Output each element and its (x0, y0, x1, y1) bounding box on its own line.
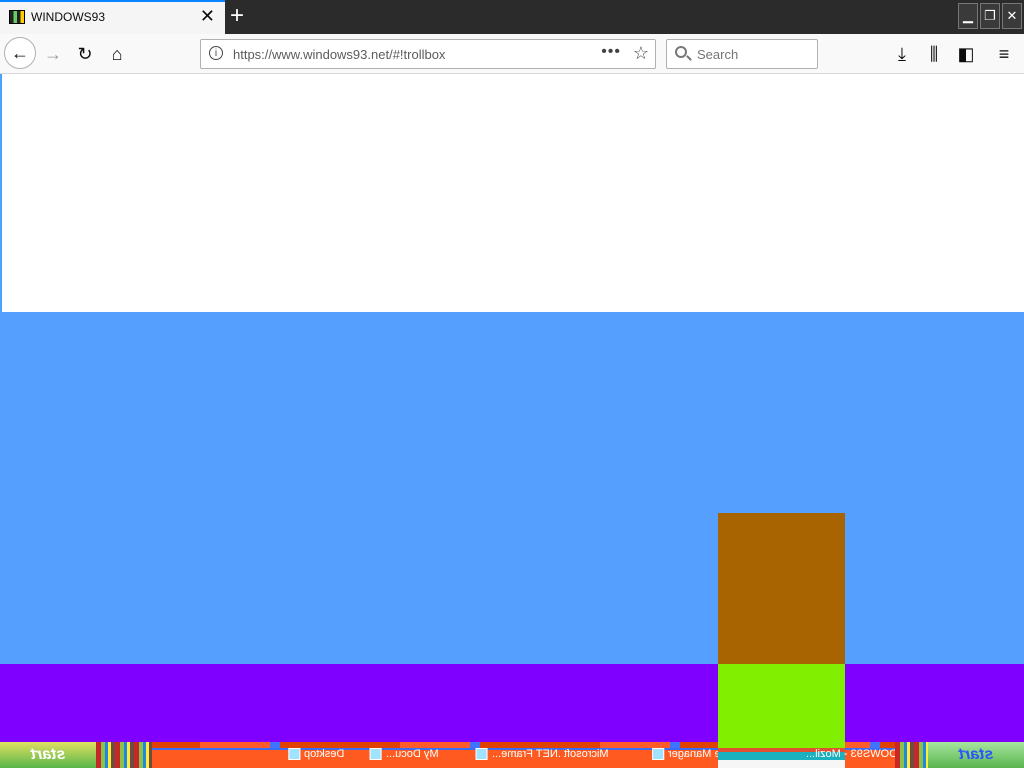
task-my-documents[interactable]: My Docu... (370, 745, 439, 763)
task-dotnet[interactable]: Microsoft .NET Frame... (476, 745, 609, 763)
bookmark-star-icon[interactable]: ☆ (633, 43, 649, 64)
blank-region (0, 74, 1024, 312)
search-icon (675, 46, 687, 58)
brown-block (718, 513, 845, 664)
folder-icon (370, 748, 382, 760)
taskbar: start Desktop My Docu... Microsoft .NET … (0, 742, 1024, 768)
minimize-button[interactable]: ▁ (958, 3, 978, 29)
desktop-icon (288, 748, 300, 760)
url-input[interactable] (233, 47, 593, 62)
window-controls: ▁ ❐ ✕ (958, 0, 1024, 34)
browser-tab-bar: WINDOWS93 ✕ + ▁ ❐ ✕ (0, 0, 1024, 34)
site-info-icon[interactable]: i (209, 46, 223, 60)
reload-button[interactable]: ↻ (70, 39, 100, 69)
close-window-button[interactable]: ✕ (1002, 3, 1022, 29)
menu-icon[interactable]: ≡ (990, 39, 1018, 69)
task-desktop[interactable]: Desktop (288, 745, 344, 763)
tab-close-icon[interactable]: ✕ (200, 6, 215, 26)
sky-background (0, 312, 1024, 664)
windows93-favicon-icon (9, 10, 25, 24)
installer-icon (476, 748, 488, 760)
navigation-toolbar: ← → ↻ ⌂ i ••• ☆ ⤓ ⫼ ◧ ≡ (0, 34, 1024, 74)
page-actions-icon[interactable]: ••• (601, 43, 621, 61)
task-label: Microsoft .NET Frame... (492, 748, 609, 760)
start-button-left[interactable]: start (0, 742, 96, 768)
purple-ground (0, 664, 1024, 742)
page-content (0, 74, 1024, 768)
taskbar-glitch-block (895, 742, 928, 768)
address-bar[interactable]: i ••• ☆ (200, 39, 656, 69)
task-label: My Docu... (386, 748, 439, 760)
green-block (718, 664, 845, 742)
home-button[interactable]: ⌂ (102, 39, 132, 69)
download-icon[interactable]: ⤓ (888, 39, 916, 69)
search-box[interactable] (666, 39, 818, 69)
tab-title: WINDOWS93 (31, 10, 106, 24)
start-button-right[interactable]: start (928, 742, 1024, 768)
browser-tab[interactable]: WINDOWS93 ✕ (0, 0, 225, 34)
new-tab-button[interactable]: + (230, 2, 244, 30)
taskbar-glitch-block (96, 742, 152, 768)
search-input[interactable] (697, 47, 807, 62)
restore-button[interactable]: ❐ (980, 3, 1000, 29)
back-button[interactable]: ← (4, 37, 36, 69)
forward-button[interactable]: → (38, 39, 68, 69)
sidebar-icon[interactable]: ◧ (952, 39, 980, 69)
file-manager-icon (652, 748, 664, 760)
library-icon[interactable]: ⫼ (920, 39, 948, 69)
task-label: Desktop (304, 748, 345, 760)
